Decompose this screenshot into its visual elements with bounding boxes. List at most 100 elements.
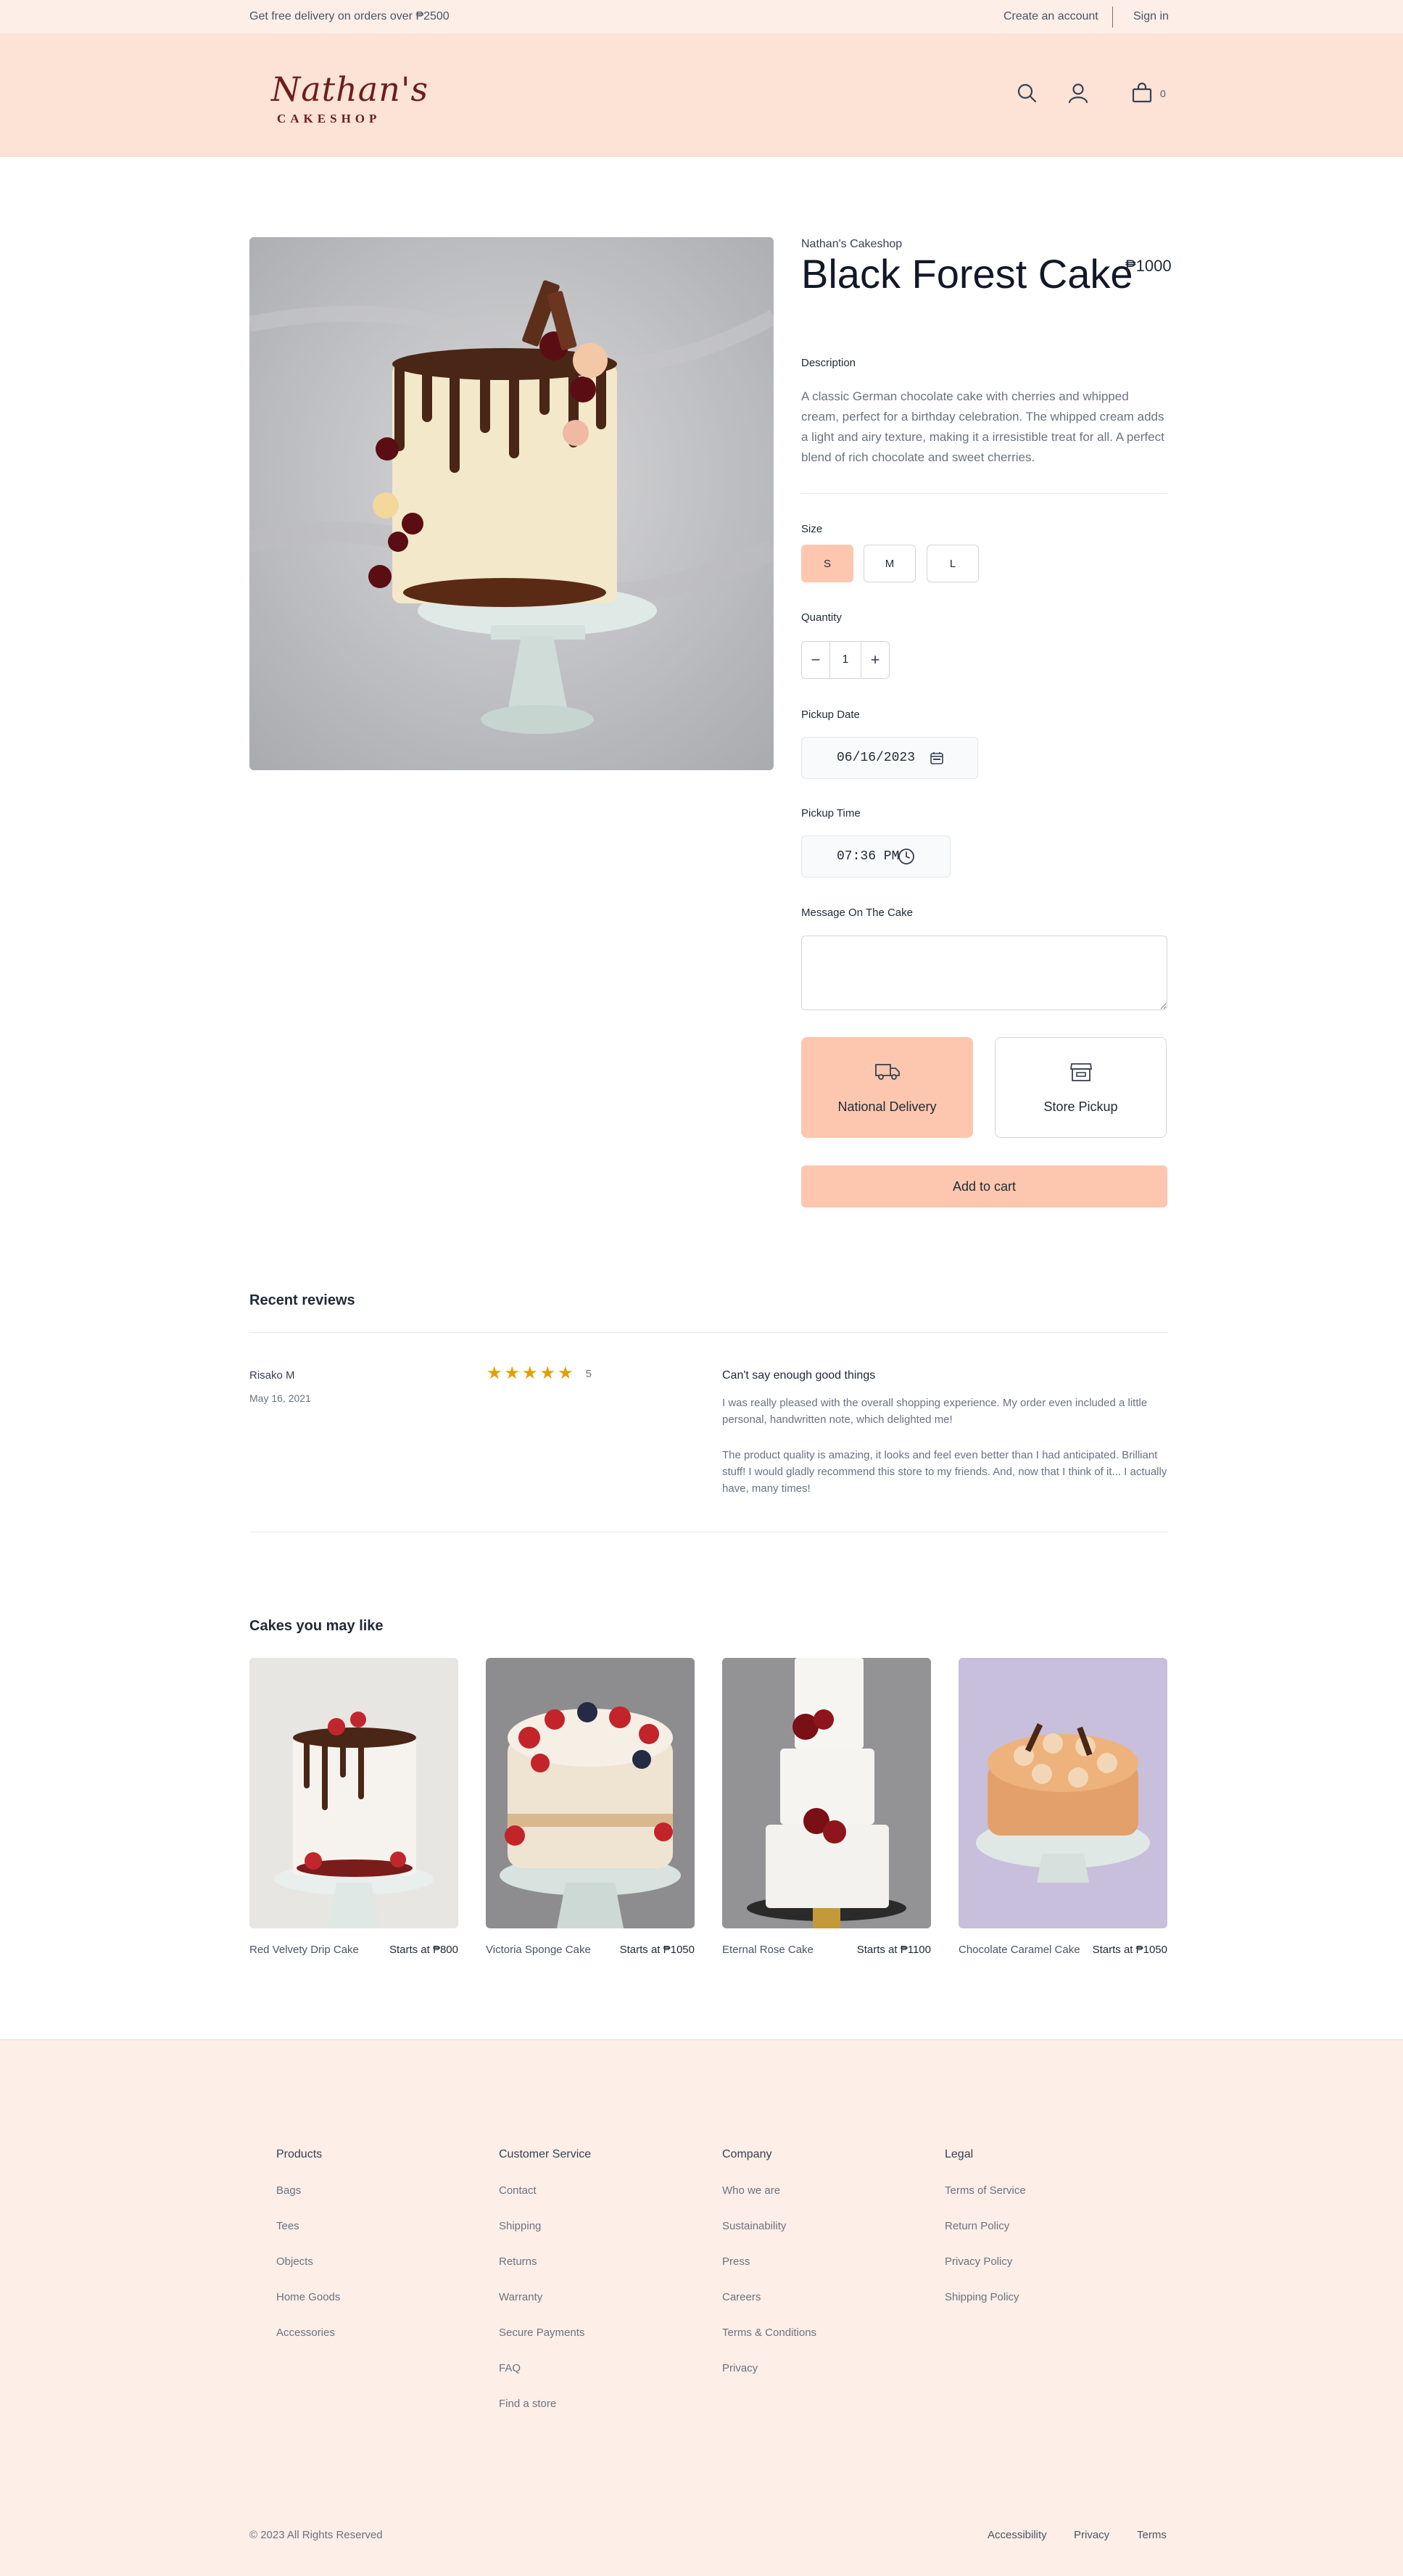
footer-link[interactable]: Secure Payments (499, 2327, 591, 2339)
footer-link[interactable]: Find a store (499, 2398, 591, 2410)
footer-link[interactable]: Privacy Policy (945, 2255, 1026, 2268)
quantity-decrease-button[interactable]: − (802, 642, 829, 678)
footer-link[interactable]: Return Policy (945, 2220, 1026, 2232)
product-price: ₱1000 (1125, 257, 1172, 275)
privacy-link[interactable]: Privacy (1074, 2529, 1109, 2541)
star-icon: ★ (539, 1363, 556, 1383)
user-icon[interactable] (1067, 81, 1090, 104)
recommended-cake-image[interactable] (486, 1658, 695, 1928)
recommended-cake-price: Starts at ₱1050 (1092, 1944, 1167, 1956)
product-image (249, 237, 774, 770)
footer-column-company: Company Who we are Sustainability Press … (722, 2148, 816, 2374)
footer-column-legal: Legal Terms of Service Return Policy Pri… (945, 2148, 1026, 2303)
recommended-cake-name[interactable]: Chocolate Caramel Cake (959, 1944, 1080, 1956)
footer-column-customer-service: Customer Service Contact Shipping Return… (499, 2148, 591, 2410)
size-option-l[interactable]: L (927, 545, 979, 582)
truck-icon (874, 1061, 901, 1086)
product-brand: Nathan's Cakeshop (801, 238, 903, 250)
star-icon: ★ (487, 1363, 502, 1383)
review-rating-number: 5 (585, 1367, 592, 1380)
pickup-date-input[interactable]: 06/16/2023 (801, 737, 978, 779)
pickup-time-label: Pickup Time (801, 807, 861, 820)
site-header (0, 33, 1403, 157)
footer-link[interactable]: Sustainability (722, 2220, 816, 2232)
recommended-cake-image[interactable] (722, 1658, 931, 1928)
search-icon[interactable] (1015, 81, 1038, 104)
logo-script: Nathan's (271, 70, 429, 109)
footer-link[interactable]: Careers (722, 2291, 816, 2303)
quantity-increase-button[interactable]: + (861, 642, 889, 678)
recommended-cake-name[interactable]: Red Velvety Drip Cake (249, 1944, 359, 1956)
sign-in-link[interactable]: Sign in (1133, 10, 1169, 23)
recommended-cake-name[interactable]: Eternal Rose Cake (722, 1944, 814, 1956)
review-date: May 16, 2021 (249, 1392, 311, 1404)
pickup-date-value: 06/16/2023 (837, 751, 916, 765)
footer-link[interactable]: Terms of Service (945, 2184, 1026, 2197)
reviews-divider-top (249, 1332, 1168, 1333)
shopping-bag-icon[interactable] (1130, 81, 1154, 104)
calendar-icon[interactable] (930, 751, 944, 769)
footer-link[interactable]: Tees (276, 2220, 340, 2232)
review-paragraph: I was really pleased with the overall sh… (722, 1397, 1148, 1426)
review-rating: ★ ★ ★ ★ ★ 5 (487, 1365, 592, 1382)
product-title: Black Forest Cake (801, 251, 1133, 297)
clock-icon[interactable] (898, 848, 915, 870)
footer-link[interactable]: Warranty (499, 2291, 591, 2303)
copyright: © 2023 All Rights Reserved (249, 2529, 383, 2541)
message-label: Message On The Cake (801, 907, 913, 919)
footer-link[interactable]: Shipping (499, 2220, 591, 2232)
size-label: Size (801, 523, 823, 535)
store-pickup-option[interactable]: Store Pickup (995, 1037, 1167, 1138)
quantity-stepper: − 1 + (801, 641, 890, 679)
topbar-divider (1112, 7, 1113, 28)
footer-link[interactable]: FAQ (499, 2362, 591, 2374)
footer-link[interactable]: Bags (276, 2184, 340, 2197)
logo-subtitle: CAKESHOP (277, 112, 381, 125)
pickup-time-value: 07:36 PM (837, 849, 900, 864)
recommended-cake-name[interactable]: Victoria Sponge Cake (486, 1944, 591, 1956)
accessibility-link[interactable]: Accessibility (988, 2529, 1047, 2541)
description-label: Description (801, 357, 856, 369)
footer-link[interactable]: Press (722, 2255, 816, 2268)
footer-link[interactable]: Objects (276, 2255, 340, 2268)
logo[interactable]: Nathan's CAKESHOP (271, 70, 429, 126)
pickup-date-label: Pickup Date (801, 709, 860, 721)
footer-link[interactable]: Accessories (276, 2327, 340, 2339)
terms-link[interactable]: Terms (1137, 2529, 1167, 2541)
footer-column-title: Products (276, 2148, 323, 2160)
footer-link[interactable]: Privacy (722, 2362, 816, 2374)
announcement-bar: Get free delivery on orders over ₱2500 C… (0, 0, 1403, 33)
size-option-m[interactable]: M (864, 545, 916, 582)
review-paragraph: The product quality is amazing, it looks… (722, 1449, 1167, 1495)
product-description: A classic German chocolate cake with che… (801, 389, 1164, 464)
site-footer (0, 2039, 1403, 2576)
star-icon: ★ (558, 1363, 574, 1383)
footer-link[interactable]: Who we are (722, 2184, 816, 2197)
national-delivery-option[interactable]: National Delivery (801, 1037, 973, 1138)
recommended-cake-price: Starts at ₱1050 (619, 1944, 695, 1956)
recommended-cake-price: Starts at ₱1100 (856, 1944, 931, 1956)
footer-column-products: Products Bags Tees Objects Home Goods Ac… (276, 2148, 340, 2339)
size-option-s[interactable]: S (801, 545, 853, 582)
pickup-time-input[interactable]: 07:36 PM (801, 835, 951, 878)
review-headline: Can't say enough good things (722, 1369, 876, 1382)
add-to-cart-button[interactable]: Add to cart (801, 1165, 1167, 1208)
cake-message-input[interactable] (801, 936, 1167, 1010)
quantity-label: Quantity (801, 611, 842, 624)
recommended-cake-image[interactable] (959, 1658, 1167, 1928)
footer-column-title: Customer Service (499, 2148, 592, 2160)
recommendations-title: Cakes you may like (249, 1618, 384, 1634)
create-account-link[interactable]: Create an account (1003, 10, 1098, 23)
footer-link[interactable]: Contact (499, 2184, 591, 2197)
national-delivery-label: National Delivery (837, 1099, 937, 1114)
star-icon: ★ (504, 1363, 521, 1383)
footer-column-title: Company (722, 2148, 772, 2160)
recommended-cake-image[interactable] (249, 1658, 458, 1928)
quantity-value[interactable]: 1 (829, 642, 861, 678)
footer-link[interactable]: Home Goods (276, 2291, 340, 2303)
cart-count: 0 (1160, 88, 1166, 99)
footer-link[interactable]: Terms & Conditions (722, 2327, 816, 2339)
footer-link[interactable]: Shipping Policy (945, 2291, 1026, 2303)
footer-link[interactable]: Returns (499, 2255, 591, 2268)
reviewer-name: Risako M (249, 1369, 295, 1382)
